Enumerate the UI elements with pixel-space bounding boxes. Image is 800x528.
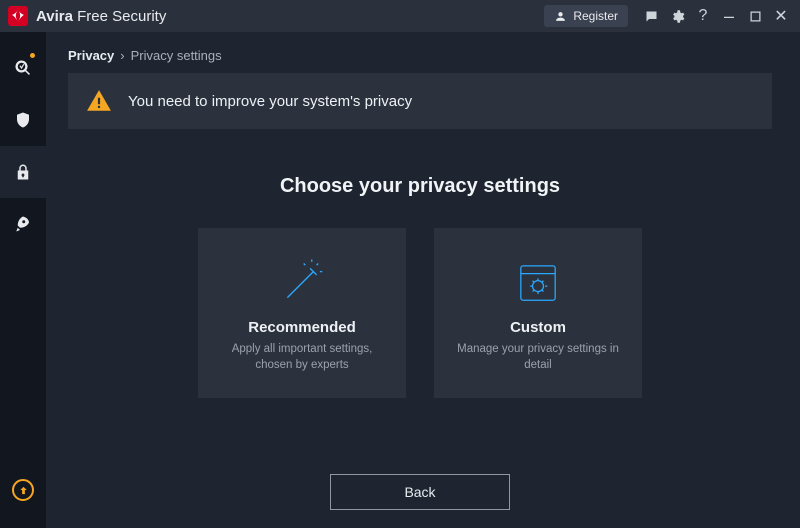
main-area: Privacy › Privacy settings You need to i… [46,32,800,528]
help-icon[interactable]: ? [690,3,716,29]
lock-icon [14,163,32,181]
page-heading: Choose your privacy settings [68,175,772,198]
brand-title: Avira Free Security [36,8,166,25]
option-cards: Recommended Apply all important settings… [68,228,772,398]
footer: Back [68,474,772,514]
sidebar-item-status[interactable] [0,42,46,94]
sidebar-item-upgrade[interactable] [0,464,46,516]
breadcrumb: Privacy › Privacy settings [68,48,772,63]
card-recommended-sub: Apply all important settings, chosen by … [214,342,390,373]
feedback-icon[interactable] [638,3,664,29]
magnifier-status-icon [14,59,32,77]
brand-rest: Free Security [73,8,166,25]
breadcrumb-root[interactable]: Privacy [68,48,114,63]
privacy-alert: You need to improve your system's privac… [68,73,772,129]
warning-icon [86,88,112,114]
sidebar [0,32,46,528]
status-dot-icon [29,52,36,59]
sidebar-item-performance[interactable] [0,198,46,250]
card-custom-sub: Manage your privacy settings in detail [450,342,626,373]
arrow-up-icon [18,485,29,496]
back-label: Back [404,484,435,500]
sidebar-item-security[interactable] [0,94,46,146]
titlebar: Avira Free Security Register ? – ✕ [0,0,800,32]
alert-text: You need to improve your system's privac… [128,93,412,110]
breadcrumb-current: Privacy settings [131,48,222,63]
brand-bold: Avira [36,8,73,25]
avira-logo [8,6,28,26]
settings-window-icon [513,258,563,308]
wand-icon [276,257,328,309]
card-custom[interactable]: Custom Manage your privacy settings in d… [434,228,642,398]
rocket-icon [14,215,32,233]
user-icon [554,10,567,23]
back-button[interactable]: Back [330,474,510,510]
sidebar-item-privacy[interactable] [0,146,46,198]
minimize-button[interactable]: – [716,3,742,29]
close-button[interactable]: ✕ [768,3,794,29]
register-button[interactable]: Register [544,5,628,27]
maximize-button[interactable] [742,3,768,29]
settings-icon[interactable] [664,3,690,29]
shield-icon [14,111,32,129]
card-recommended-title: Recommended [248,319,356,336]
chevron-right-icon: › [120,48,124,63]
register-label: Register [573,9,618,23]
card-recommended[interactable]: Recommended Apply all important settings… [198,228,406,398]
card-custom-title: Custom [510,319,566,336]
